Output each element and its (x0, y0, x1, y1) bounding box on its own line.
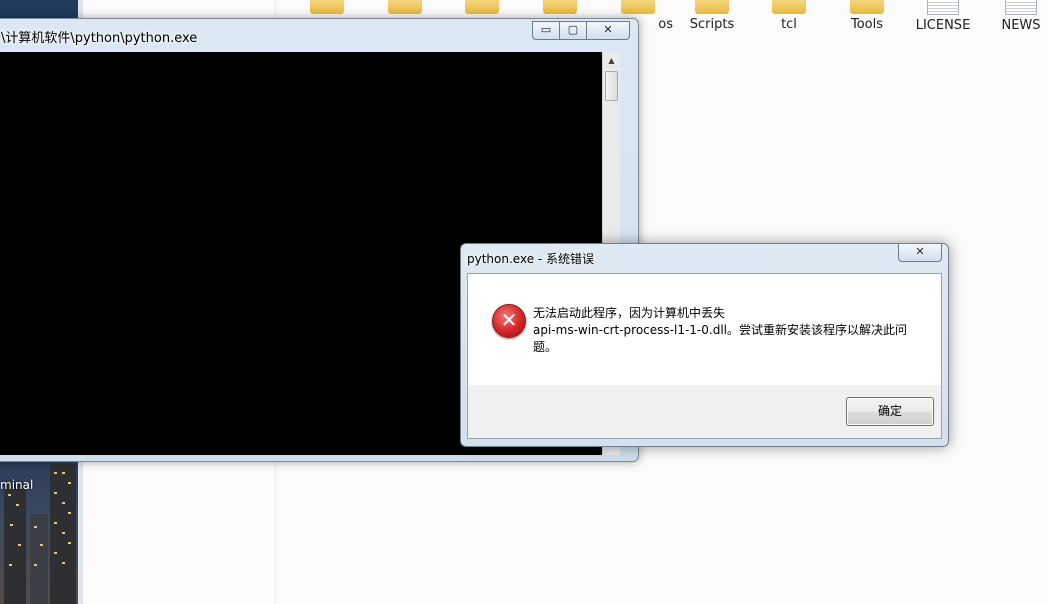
explorer-item[interactable] (447, 0, 517, 17)
dialog-button-area: 确定 (468, 385, 941, 438)
explorer-item[interactable] (370, 0, 440, 17)
console-window-controls: ▭ ▢ ✕ (532, 21, 630, 40)
explorer-item[interactable]: Tools (832, 0, 902, 32)
explorer-item[interactable]: Scripts (677, 0, 747, 32)
explorer-item-label: Scripts (689, 17, 735, 32)
error-message-line: 题。 (533, 340, 558, 354)
maximize-button[interactable]: ▢ (560, 21, 587, 40)
error-icon: ✕ (492, 304, 526, 338)
folder-icon (543, 0, 577, 14)
explorer-item[interactable] (525, 0, 595, 17)
dialog-title: python.exe - 系统错误 (467, 252, 595, 266)
folder-icon (772, 0, 806, 14)
dialog-body: ✕ 无法启动此程序，因为计算机中丢失 api-ms-win-crt-proces… (467, 273, 942, 439)
explorer-item-label: Tools (850, 17, 884, 32)
explorer-item[interactable]: NEWS (986, 0, 1048, 33)
explorer-item-label: NEWS (1001, 18, 1041, 33)
document-icon (927, 0, 959, 15)
explorer-item[interactable]: tcl (754, 0, 824, 32)
explorer-item-label: tcl (781, 17, 797, 32)
folder-icon (695, 0, 729, 14)
system-error-dialog[interactable]: python.exe - 系统错误 ✕ ✕ 无法启动此程序，因为计算机中丢失 a… (460, 243, 949, 447)
explorer-item-label: LICENSE (915, 18, 971, 33)
console-window-title: \计算机软件\python\python.exe (1, 31, 198, 46)
minimize-button[interactable]: ▭ (532, 21, 560, 40)
document-icon (1005, 0, 1037, 15)
folder-icon (621, 0, 655, 14)
ok-button[interactable]: 确定 (846, 397, 934, 426)
folder-icon (850, 0, 884, 14)
folder-icon (388, 0, 422, 14)
error-message: 无法启动此程序，因为计算机中丢失 api-ms-win-crt-process-… (533, 305, 933, 356)
error-message-line: api-ms-win-crt-process-l1-1-0.dll。尝试重新安装… (533, 323, 907, 337)
close-button[interactable]: ✕ (587, 21, 630, 40)
error-message-line: 无法启动此程序，因为计算机中丢失 (533, 306, 726, 320)
explorer-item[interactable]: LICENSE (908, 0, 978, 33)
dialog-close-button[interactable]: ✕ (898, 244, 942, 262)
folder-icon (310, 0, 344, 14)
scrollbar-thumb[interactable] (605, 71, 618, 101)
explorer-item[interactable] (292, 0, 362, 17)
folder-icon (465, 0, 499, 14)
terminal-shortcut-label[interactable]: minal (0, 478, 33, 492)
scroll-up-arrow-icon[interactable]: ▲ (603, 52, 620, 69)
